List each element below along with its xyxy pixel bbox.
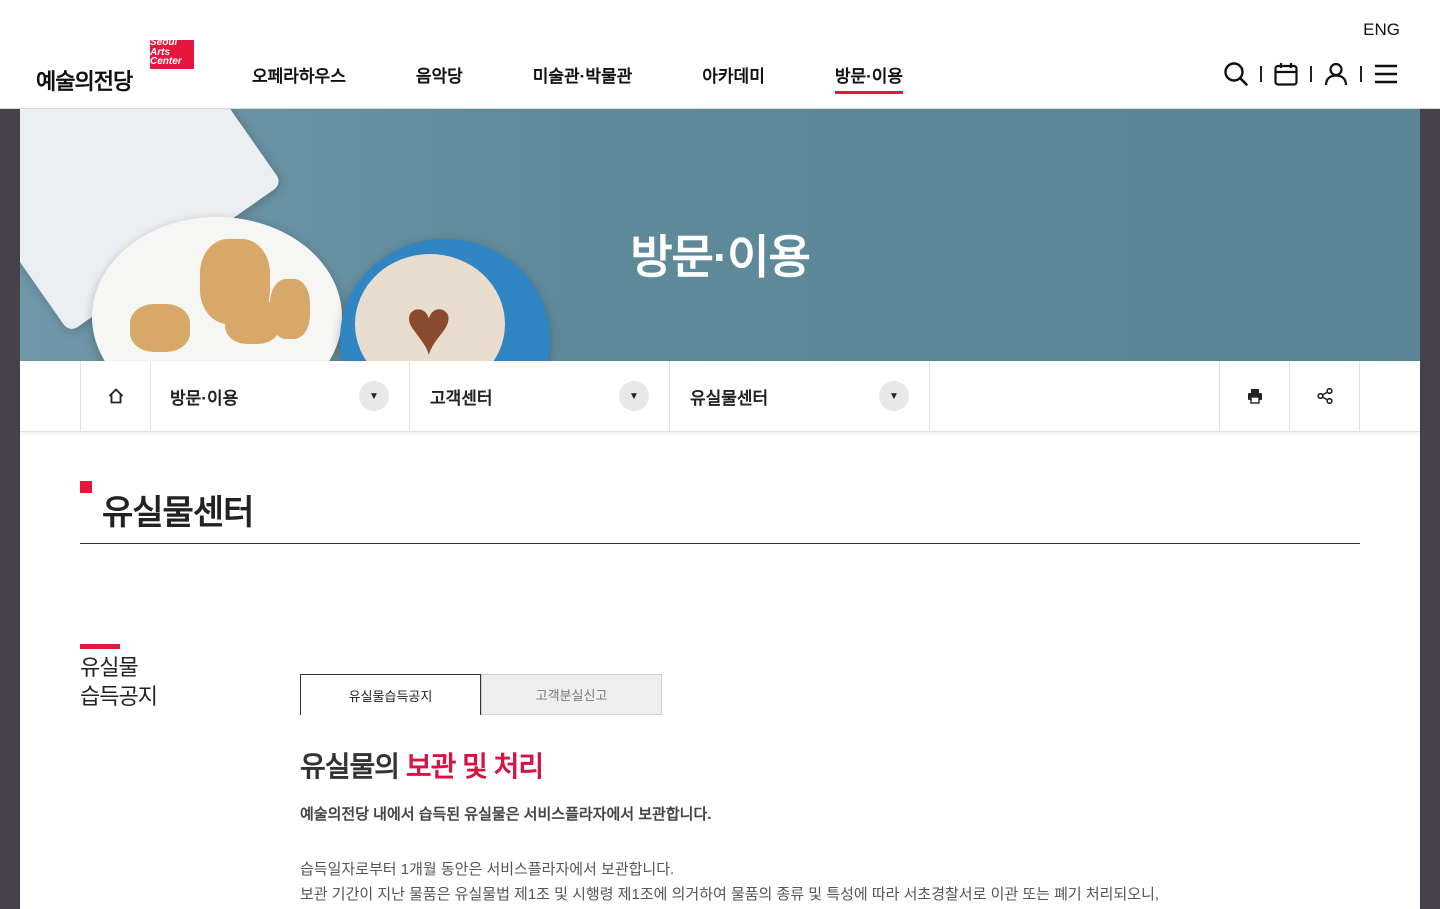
hero-cookie-image	[130, 304, 190, 352]
nav-visit[interactable]: 방문·이용	[834, 62, 904, 94]
chevron-down-icon[interactable]: ▼	[879, 381, 909, 411]
location-depth2-label: 고객센터	[430, 388, 493, 408]
global-nav: 오페라하우스 음악당 미술관·박물관 아카데미 방문·이용	[252, 62, 973, 94]
divider	[1260, 66, 1262, 82]
nav-academy[interactable]: 아카데미	[702, 62, 765, 93]
search-icon[interactable]	[1222, 60, 1250, 88]
hero-title: 방문·이용	[630, 231, 811, 283]
location-depth3[interactable]: 유실물센터 ▼	[670, 361, 930, 431]
page-title-area: 유실물센터	[80, 481, 1360, 544]
side-title-accent	[80, 644, 120, 649]
page-title: 유실물센터	[102, 494, 254, 532]
home-icon[interactable]	[80, 361, 151, 431]
menu-icon[interactable]	[1372, 60, 1400, 88]
location-depth1[interactable]: 방문·이용 ▼	[150, 361, 410, 431]
divider	[1310, 66, 1312, 82]
nav-concert-hall[interactable]: 음악당	[416, 62, 463, 93]
tab-found-items[interactable]: 유실물습득공지	[300, 674, 481, 715]
location-depth2[interactable]: 고객센터 ▼	[410, 361, 670, 431]
content-card: ♥ 방문·이용 방문·이용 ▼ 고객센터 ▼ 유실물센터 ▼ 유실물센터 유실물	[20, 109, 1420, 909]
user-icon[interactable]	[1322, 60, 1350, 88]
logo-english: Seoul Arts Center	[150, 37, 182, 67]
side-title: 유실물 습득공지	[80, 655, 158, 709]
location-depth1-label: 방문·이용	[170, 388, 239, 408]
divider	[1360, 66, 1362, 82]
content-tabs: 유실물습득공지 고객분실신고	[300, 674, 662, 715]
utility-icons	[1222, 60, 1400, 88]
chevron-down-icon[interactable]: ▼	[359, 381, 389, 411]
tab-lost-report[interactable]: 고객분실신고	[481, 674, 662, 715]
body-paragraph: 습득일자로부터 1개월 동안은 서비스플라자에서 보관합니다.	[300, 861, 675, 878]
share-icon[interactable]	[1289, 361, 1360, 431]
hero-visual: ♥ 방문·이용	[20, 109, 1420, 361]
location-depth3-label: 유실물센터	[690, 388, 769, 408]
section-title: 유실물의 보관 및 처리	[300, 751, 544, 782]
logo-korean: 예술의전당	[36, 69, 133, 94]
hero-cookie-image	[270, 279, 310, 339]
site-logo[interactable]: Seoul Arts Center 예술의전당	[34, 37, 196, 94]
print-icon[interactable]	[1219, 361, 1289, 431]
lang-eng-link[interactable]: ENG	[1363, 20, 1400, 40]
title-accent-mark	[80, 481, 92, 493]
nav-art-museum[interactable]: 미술관·박물관	[533, 62, 633, 93]
nav-opera-house[interactable]: 오페라하우스	[252, 62, 346, 93]
heart-icon: ♥	[405, 282, 453, 362]
chevron-down-icon[interactable]: ▼	[619, 381, 649, 411]
lead-text: 예술의전당 내에서 습득된 유실물은 서비스플라자에서 보관합니다.	[300, 806, 712, 823]
site-header: Seoul Arts Center 예술의전당 ENG 오페라하우스 음악당 미…	[0, 0, 1440, 109]
body-paragraph: 보관 기간이 지난 물품은 유실물법 제1조 및 시행령 제1조에 의거하여 물…	[300, 886, 1160, 903]
location-bar: 방문·이용 ▼ 고객센터 ▼ 유실물센터 ▼	[20, 361, 1420, 432]
calendar-icon[interactable]	[1272, 60, 1300, 88]
